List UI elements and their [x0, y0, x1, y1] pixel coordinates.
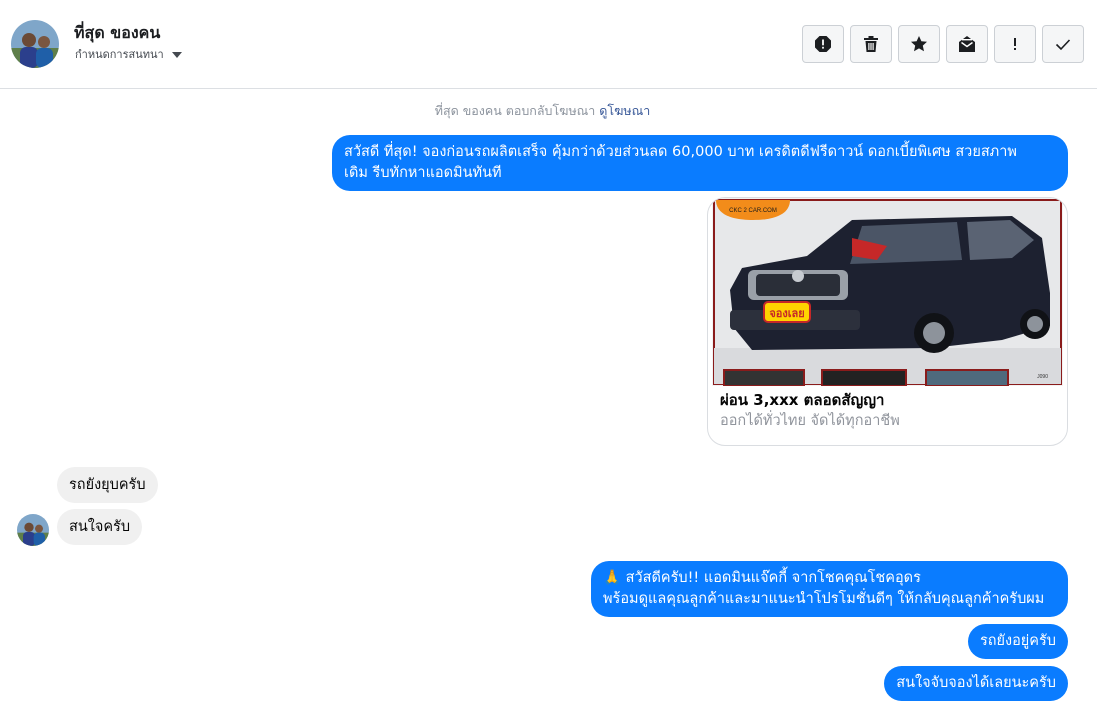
view-ad-link[interactable]: ดูโฆษณา	[599, 103, 650, 118]
outgoing-message: รถยังอยู่ครับ	[967, 624, 1068, 659]
assign-label: กำหนดการสนทนา	[75, 48, 164, 61]
star-button[interactable]	[898, 25, 940, 63]
outgoing-message: สนใจจับจองได้เลยนะครับ	[884, 666, 1068, 701]
message-text-line: พร้อมดูแลคุณลูกค้าและมาแนะนำโปรโมชั่นดีๆ…	[603, 591, 1045, 607]
ad-reply-notice: ที่สุด ของคน ตอบกลับโฆษณา ดูโฆษณา	[0, 101, 1085, 121]
contact-avatar-small	[17, 514, 49, 546]
star-icon	[911, 36, 927, 52]
message-text-line: สวัสดี ที่สุด! จองก่อนรถผลิตเสร็จ คุ้มกว…	[344, 144, 1017, 160]
caret-down-icon	[171, 51, 182, 58]
ad-image: CKC 2 CAR.COM จองเลย J090	[712, 198, 1063, 386]
delete-button[interactable]	[850, 25, 892, 63]
ad-reply-text: ที่สุด ของคน ตอบกลับโฆษณา	[434, 103, 596, 118]
mark-important-button[interactable]	[994, 25, 1036, 63]
badge-text: จองเลย	[769, 308, 804, 320]
spam-icon	[815, 36, 831, 52]
contact-name: ที่สุด ของคน	[74, 23, 161, 42]
ad-card[interactable]: CKC 2 CAR.COM จองเลย J090 ผ่อน 3,xxx ตลอ…	[707, 197, 1068, 446]
ad-card-subtitle: ออกได้ทั่วไทย จัดได้ทุกอาชีพ	[720, 413, 900, 429]
contact-avatar[interactable]	[11, 20, 59, 68]
assign-conversation-dropdown[interactable]: กำหนดการสนทนา	[75, 45, 182, 63]
outgoing-message: 🙏 สวัสดีครับ!! แอดมินแจ๊คกี้ จากโชคคุณโช…	[591, 561, 1068, 617]
mark-unread-icon	[959, 36, 975, 52]
logo-text: CKC 2 CAR.COM	[729, 208, 777, 214]
done-icon	[1055, 39, 1071, 51]
mark-done-button[interactable]	[1042, 25, 1084, 63]
trash-icon	[864, 36, 878, 52]
outgoing-message: สวัสดี ที่สุด! จองก่อนรถผลิตเสร็จ คุ้มกว…	[332, 135, 1068, 191]
conversation-toolbar	[802, 25, 1084, 63]
important-icon	[1014, 38, 1016, 50]
incoming-message: รถยังยุบครับ	[57, 467, 158, 503]
mark-spam-button[interactable]	[802, 25, 844, 63]
incoming-message: สนใจครับ	[57, 509, 143, 545]
plate-text: J090	[1037, 374, 1048, 380]
conversation-header: ที่สุด ของคน กำหนดการสนทนา	[0, 0, 1097, 89]
message-text-line: เดิม รีบทักหาแอดมินทันที	[344, 165, 502, 181]
message-text-line: 🙏 สวัสดีครับ!! แอดมินแจ๊คกี้ จากโชคคุณโช…	[603, 570, 921, 586]
mark-unread-button[interactable]	[946, 25, 988, 63]
